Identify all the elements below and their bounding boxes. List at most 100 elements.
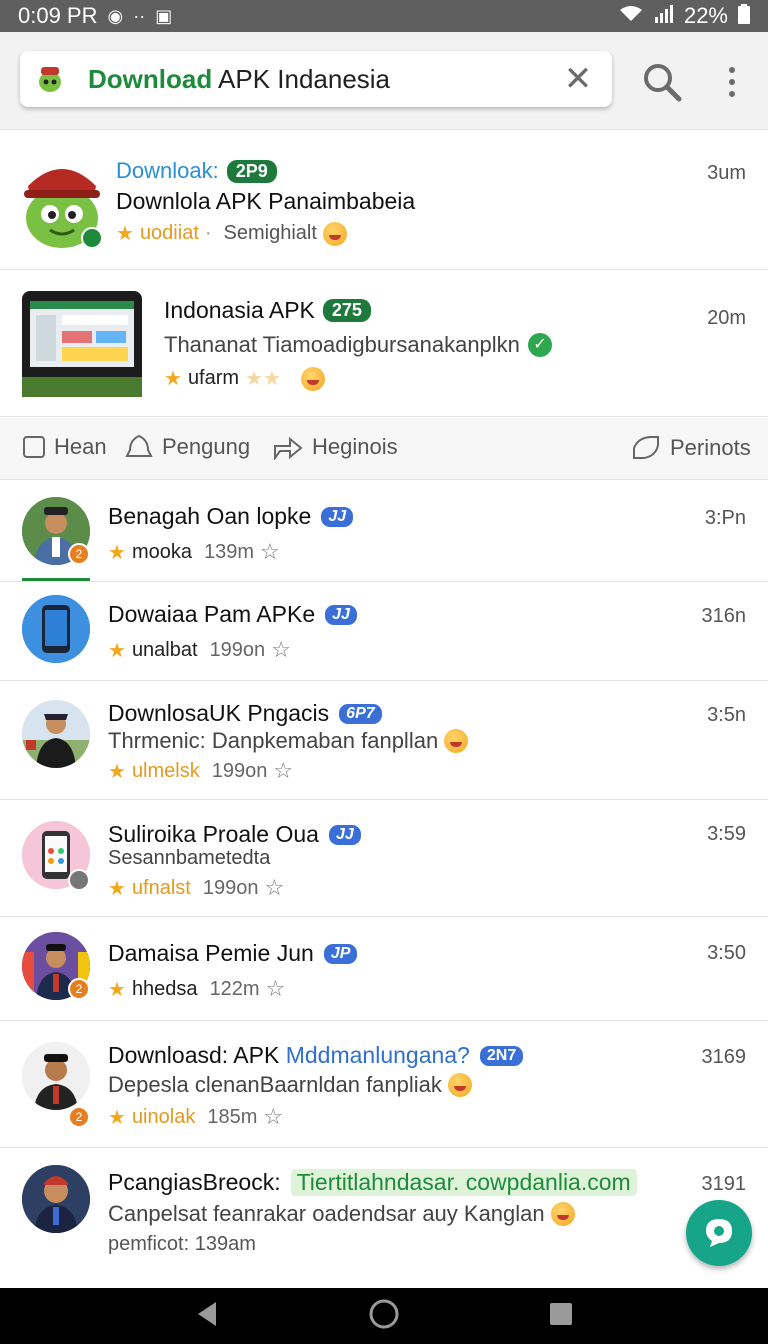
avatar: [22, 700, 90, 768]
row-link[interactable]: Tiertitlahndasar. cowpdanlia.com: [290, 1169, 637, 1196]
avatar: [22, 1042, 90, 1110]
row-time: 3169: [701, 1046, 747, 1068]
featured-meta-name: uodiiat: [139, 222, 199, 244]
clear-search-icon[interactable]: ✕: [556, 57, 600, 101]
star-outline-icon[interactable]: ☆: [265, 875, 285, 901]
star-icon: ★★: [245, 368, 281, 390]
share-icon: [274, 436, 303, 460]
avatar: [22, 595, 90, 663]
bell-icon: [125, 434, 153, 457]
featured-meta-sep: ·: [204, 222, 212, 244]
filter-label: Perinots: [670, 435, 751, 460]
home-icon[interactable]: [368, 1298, 400, 1335]
featured-item[interactable]: Downloak: 2P9 Downlola APK Panaimbabeia …: [0, 132, 768, 270]
filter-heginois[interactable]: Heginois: [272, 434, 398, 460]
row-subtitle: Thrmenic: Danpkemaban fanpllan: [108, 728, 439, 753]
featured-title: Downlola APK Panaimbabeia: [116, 188, 416, 214]
row-badge: 6P7: [339, 703, 382, 724]
search-bar[interactable]: Download APK Indanesia ✕: [20, 51, 612, 107]
row-time: 3:Pn: [704, 507, 746, 529]
row-meta-name: uinolak: [131, 1105, 196, 1128]
list-item[interactable]: Suliroika Proale Oua JJ Sesannbametedta …: [0, 801, 768, 917]
search-icon[interactable]: [638, 58, 686, 106]
row-subtitle: Depesla clenanBaarnldan fanpliak: [108, 1072, 442, 1097]
row-meta-size: 199on: [202, 876, 259, 899]
overflow-menu-icon[interactable]: [714, 58, 750, 106]
status-bar: 0:09 PR ◉ ·· ▣ 22%: [0, 0, 768, 32]
featured-title: Indonasia APK: [164, 297, 315, 323]
row-subtitle: Sesannbametedta: [108, 847, 271, 869]
featured-item[interactable]: Indonasia APK 275 Thananat Tiamoadigburs…: [0, 271, 768, 417]
star-outline-icon[interactable]: ☆: [263, 1104, 283, 1130]
star-outline-icon[interactable]: ☆: [266, 976, 286, 1002]
battery-icon: [738, 3, 750, 29]
star-icon: ★: [108, 639, 126, 662]
smile-emoji-icon: [322, 221, 347, 246]
list-item[interactable]: 2 Downloasd: APK Mddmanlungana? 2N7 Depe…: [0, 1022, 768, 1148]
smile-emoji-icon: [550, 1202, 575, 1226]
filter-label: Heginois: [312, 434, 398, 459]
row-meta-size: 185m: [207, 1105, 258, 1128]
row-title: PcangiasBreock:: [108, 1169, 281, 1195]
row-title: DownlosaUK Pngacis: [108, 700, 330, 726]
row-meta-name: hhedsa: [131, 977, 198, 1000]
avatar-badge: 2: [68, 543, 90, 565]
row-title: Downloasd: APK: [108, 1042, 286, 1068]
featured-label: Downloak:: [116, 158, 219, 183]
star-icon: ★: [164, 368, 182, 390]
list-item[interactable]: 2 Benagah Oan lopke JJ ★ mooka 139m ☆ 3:…: [0, 481, 768, 582]
filter-pengung[interactable]: Pengung: [124, 434, 250, 460]
list-item[interactable]: PcangiasBreock: Tiertitlahndasar. cowpda…: [0, 1149, 768, 1287]
system-nav-bar: [0, 1288, 768, 1344]
row-meta-name: ufnalst: [131, 876, 191, 899]
row-title-highlight: Mddmanlungana?: [285, 1042, 470, 1068]
featured-time: 3um: [707, 162, 746, 184]
app-notification-icon: ▣: [155, 5, 173, 26]
row-badge: JP: [323, 943, 358, 964]
row-badge: JJ: [328, 824, 361, 845]
smile-emoji-icon: [447, 1073, 472, 1097]
monitor-thumbnail: [22, 291, 142, 397]
row-badge: JJ: [325, 604, 357, 625]
chat-bubble-icon: [706, 1219, 732, 1247]
search-input[interactable]: Download APK Indanesia: [88, 64, 556, 95]
list-item[interactable]: 2 Damaisa Pemie Jun JP ★ hhedsa 122m ☆ 3…: [0, 918, 768, 1021]
star-outline-icon[interactable]: ☆: [260, 539, 280, 565]
row-meta-size: 199on: [211, 759, 268, 782]
more-dots-icon: ··: [133, 5, 146, 26]
featured-meta-text: Semighialt: [223, 222, 317, 244]
compose-chat-button[interactable]: [686, 1200, 752, 1266]
row-meta-size: 139m: [203, 540, 254, 563]
square-icon: [23, 436, 45, 458]
row-time: 3:5n: [707, 704, 746, 726]
back-icon[interactable]: [194, 1300, 220, 1333]
verified-icon: ✓: [527, 333, 552, 357]
filter-perinots[interactable]: Perinots: [630, 434, 751, 462]
battery-percent: 22%: [683, 3, 728, 28]
featured-time: 20m: [707, 307, 746, 329]
list-item[interactable]: DownlosaUK Pngacis 6P7 Thrmenic: Danpkem…: [0, 682, 768, 800]
filter-label: Hean: [54, 434, 107, 459]
app-logo-icon: [30, 59, 70, 99]
avatar-badge: 2: [68, 1106, 90, 1128]
row-badge: 2N7: [479, 1045, 524, 1066]
avatar: [22, 1165, 90, 1233]
star-icon: ★: [108, 877, 126, 900]
smile-emoji-icon: [444, 729, 469, 753]
row-title: Damaisa Pemie Jun: [108, 940, 314, 966]
list-item[interactable]: Dowaiaa Pam APKe JJ ★ unalbat 199on ☆ 31…: [0, 583, 768, 681]
row-title: Benagah Oan lopke: [108, 503, 312, 529]
featured-subtitle: Thananat Tiamoadigbursanakanplkn: [164, 332, 520, 357]
recents-icon[interactable]: [548, 1301, 574, 1332]
star-outline-icon[interactable]: ☆: [273, 758, 293, 784]
record-icon: ◉: [107, 5, 124, 26]
search-brand-text: Download: [88, 63, 213, 94]
row-time: 316n: [701, 605, 747, 627]
row-badge: JJ: [321, 506, 354, 527]
row-meta-name: unalbat: [131, 638, 198, 661]
row-time: 3191: [701, 1173, 747, 1195]
star-outline-icon[interactable]: ☆: [271, 637, 291, 663]
filter-bar: Hean Pengung Heginois Perinots: [0, 418, 768, 480]
filter-hean[interactable]: Hean: [22, 434, 107, 460]
star-icon: ★: [108, 760, 126, 783]
